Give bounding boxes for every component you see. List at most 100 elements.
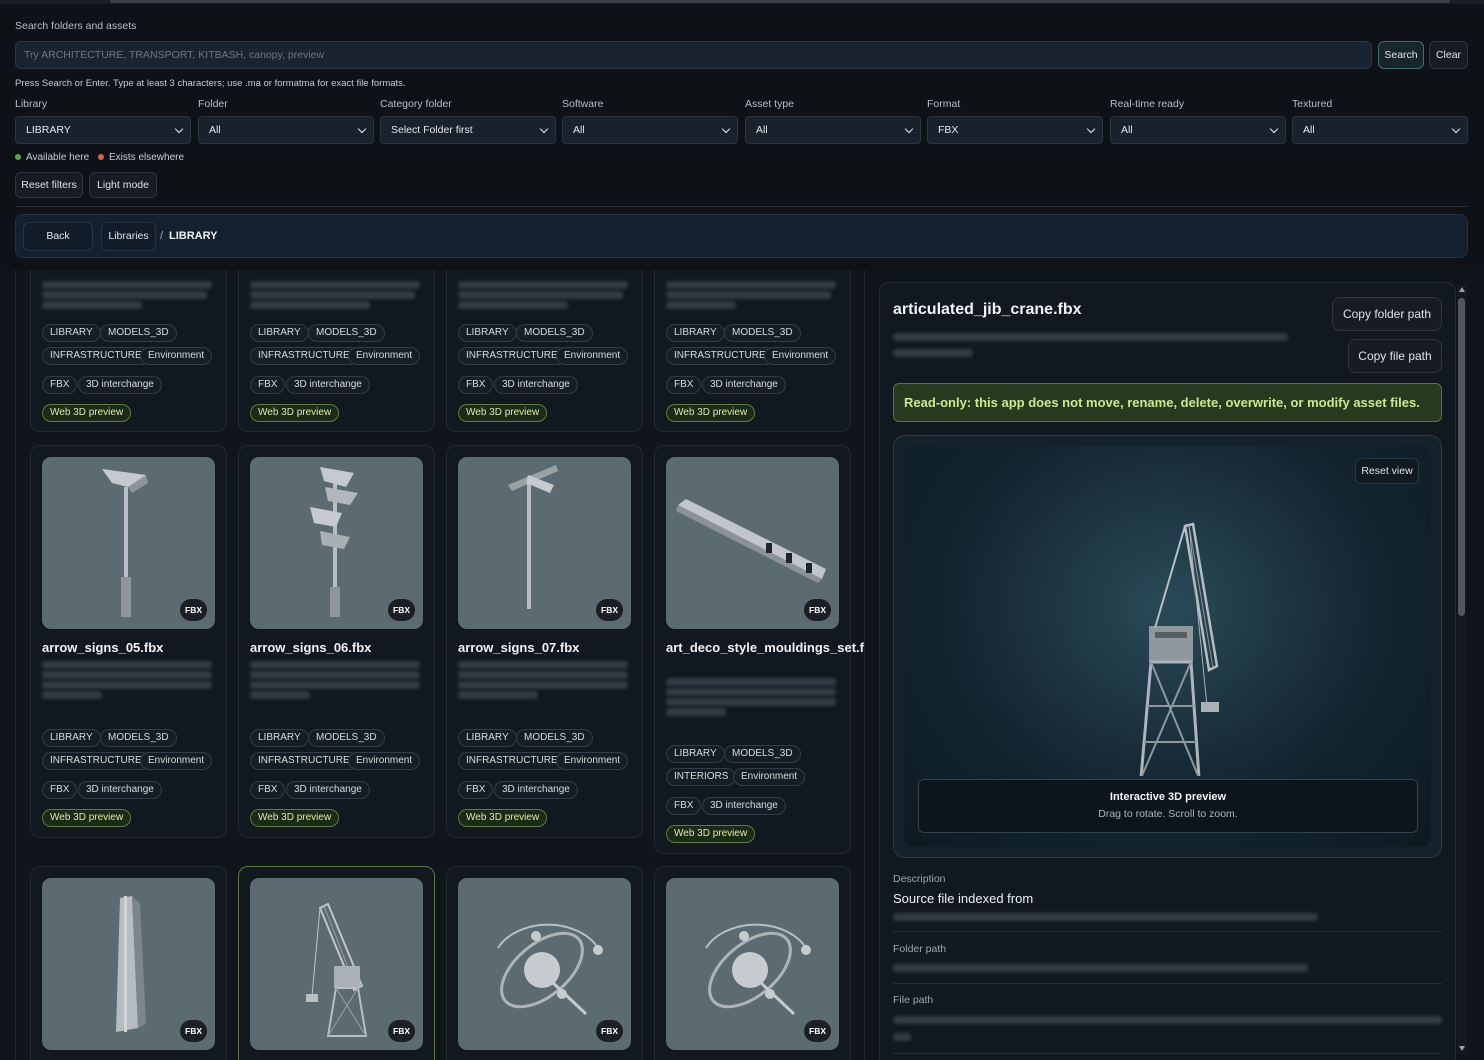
asset-card[interactable]: LIBRARY MODELS_3D INFRASTRUCTURE Environ… bbox=[446, 270, 643, 432]
breadcrumb-libraries[interactable]: Libraries bbox=[101, 222, 156, 251]
3d-viewport[interactable]: Reset view Interactive 3D preview Drag t… bbox=[904, 446, 1431, 847]
asset-card-art-deco-mouldings[interactable]: FBX art_deco_style_mouldings_set.fbx LIB… bbox=[654, 445, 865, 854]
asset-card[interactable]: FBX bbox=[30, 866, 227, 1060]
tag-web-preview: Web 3D preview bbox=[42, 404, 132, 422]
preview-title: Interactive 3D preview bbox=[1109, 791, 1227, 803]
detail-blurred-path bbox=[893, 349, 973, 357]
card-blurred-text bbox=[458, 291, 623, 299]
filter-select-asset-type[interactable]: All bbox=[745, 116, 921, 144]
filter-select-folder[interactable]: All bbox=[198, 116, 374, 144]
asset-card-arrow-signs-05[interactable]: FBX arrow_signs_05.fbx LIBRARY MODELS_3D… bbox=[30, 445, 227, 838]
asset-card-selected[interactable]: FBX bbox=[238, 866, 435, 1060]
copy-file-path-button[interactable]: Copy file path bbox=[1348, 339, 1442, 373]
tag-category: INFRASTRUCTURE bbox=[458, 752, 566, 770]
card-blurred-text bbox=[42, 301, 142, 309]
copy-folder-path-button[interactable]: Copy folder path bbox=[1332, 297, 1442, 331]
preview-subtitle: Drag to rotate. Scroll to zoom. bbox=[1098, 808, 1238, 820]
reset-view-button[interactable]: Reset view bbox=[1355, 458, 1419, 484]
tag-web-preview: Web 3D preview bbox=[458, 809, 548, 827]
breadcrumb: Back Libraries / LIBRARY bbox=[15, 214, 1468, 258]
detail-scrollbar[interactable] bbox=[1457, 284, 1467, 1054]
available-dot-icon bbox=[15, 154, 21, 160]
card-blurred-text bbox=[42, 691, 102, 699]
scrollbar-thumb[interactable] bbox=[1458, 298, 1465, 616]
tag-models: MODELS_3D bbox=[516, 324, 593, 342]
tag-library: LIBRARY bbox=[666, 324, 725, 342]
breadcrumb-current: LIBRARY bbox=[169, 230, 218, 242]
tag-models: MODELS_3D bbox=[724, 745, 801, 763]
filter-label-format: Format bbox=[927, 98, 961, 110]
legend-elsewhere: Exists elsewhere bbox=[109, 152, 185, 163]
asset-card[interactable]: LIBRARY MODELS_3D INFRASTRUCTURE Environ… bbox=[238, 270, 435, 432]
tag-interchange: 3D interchange bbox=[78, 781, 162, 799]
tag-format: FBX bbox=[250, 376, 286, 394]
tag-environment: Environment bbox=[733, 768, 806, 786]
filter-select-textured[interactable]: All bbox=[1292, 116, 1468, 144]
search-button[interactable]: Search bbox=[1378, 41, 1424, 69]
legend-available: Available here bbox=[26, 152, 90, 163]
format-badge: FBX bbox=[804, 1020, 831, 1042]
tag-interchange: 3D interchange bbox=[702, 797, 786, 815]
asset-thumbnail: FBX bbox=[458, 457, 631, 629]
asset-card[interactable]: LIBRARY MODELS_3D INFRASTRUCTURE Environ… bbox=[30, 270, 227, 432]
search-label: Search folders and assets bbox=[15, 20, 137, 32]
asset-card[interactable]: LIBRARY MODELS_3D INFRASTRUCTURE Environ… bbox=[654, 270, 851, 432]
card-blurred-text bbox=[42, 671, 212, 679]
asset-thumbnail: FBX bbox=[42, 457, 215, 629]
asset-filename: arrow_signs_05.fbx bbox=[42, 640, 164, 655]
clear-button[interactable]: Clear bbox=[1429, 41, 1468, 69]
asset-thumbnail: FBX bbox=[666, 457, 839, 629]
tag-environment: Environment bbox=[556, 347, 629, 365]
divider bbox=[893, 983, 1442, 984]
asset-card[interactable]: FBX bbox=[446, 866, 643, 1060]
tag-category: INFRASTRUCTURE bbox=[666, 347, 774, 365]
format-badge: FBX bbox=[388, 1020, 415, 1042]
filter-select-category[interactable]: Select Folder first bbox=[380, 116, 556, 144]
tag-category: INFRASTRUCTURE bbox=[458, 347, 566, 365]
tag-models: MODELS_3D bbox=[100, 729, 177, 747]
filter-select-library[interactable]: LIBRARY bbox=[15, 116, 191, 144]
card-blurred-text bbox=[250, 661, 420, 669]
scroll-down-icon[interactable] bbox=[1459, 1046, 1465, 1051]
filter-select-realtime[interactable]: All bbox=[1110, 116, 1286, 144]
tag-web-preview: Web 3D preview bbox=[666, 404, 756, 422]
filter-select-format[interactable]: FBX bbox=[927, 116, 1103, 144]
card-blurred-text bbox=[250, 691, 310, 699]
tag-models: MODELS_3D bbox=[724, 324, 801, 342]
back-button[interactable]: Back bbox=[23, 222, 93, 251]
asset-card-arrow-signs-07[interactable]: FBX arrow_signs_07.fbx LIBRARY MODELS_3D… bbox=[446, 445, 643, 838]
search-input[interactable]: Try ARCHITECTURE, TRANSPORT, KITBASH, ca… bbox=[15, 41, 1372, 69]
card-blurred-text bbox=[250, 281, 420, 289]
tag-web-preview: Web 3D preview bbox=[250, 404, 340, 422]
reset-filters-button[interactable]: Reset filters bbox=[15, 172, 83, 198]
divider bbox=[893, 1053, 1442, 1054]
asset-card-arrow-signs-06[interactable]: FBX arrow_signs_06.fbx LIBRARY MODELS_3D… bbox=[238, 445, 435, 838]
filter-label-software: Software bbox=[562, 98, 604, 110]
card-blurred-text bbox=[666, 301, 736, 309]
filter-label-asset-type: Asset type bbox=[745, 98, 795, 110]
light-mode-button[interactable]: Light mode bbox=[89, 172, 157, 198]
card-blurred-text bbox=[42, 661, 212, 669]
tag-format: FBX bbox=[458, 781, 494, 799]
asset-filename: arrow_signs_06.fbx bbox=[250, 640, 372, 655]
tag-category: INFRASTRUCTURE bbox=[42, 752, 150, 770]
asset-detail-panel: articulated_jib_crane.fbx Copy folder pa… bbox=[879, 282, 1456, 1060]
tag-category: INFRASTRUCTURE bbox=[42, 347, 150, 365]
format-badge: FBX bbox=[388, 599, 415, 621]
asset-filename: art_deco_style_mouldings_set.fbx bbox=[666, 640, 865, 655]
filter-select-software[interactable]: All bbox=[562, 116, 738, 144]
readonly-notice: Read-only: this app does not move, renam… bbox=[893, 383, 1442, 422]
file-path-value bbox=[893, 1016, 1442, 1024]
card-blurred-text bbox=[666, 688, 836, 696]
window-top-strip bbox=[0, 0, 1484, 4]
scroll-up-icon[interactable] bbox=[1459, 287, 1465, 292]
filter-label-library: Library bbox=[15, 98, 48, 110]
asset-card[interactable]: FBX bbox=[654, 866, 851, 1060]
format-badge: FBX bbox=[804, 599, 831, 621]
tag-library: LIBRARY bbox=[666, 745, 725, 763]
card-blurred-text bbox=[250, 291, 415, 299]
preview-info-box: Interactive 3D preview Drag to rotate. S… bbox=[918, 779, 1418, 833]
format-badge: FBX bbox=[596, 1020, 623, 1042]
divider bbox=[893, 931, 1442, 932]
tag-library: LIBRARY bbox=[458, 729, 517, 747]
